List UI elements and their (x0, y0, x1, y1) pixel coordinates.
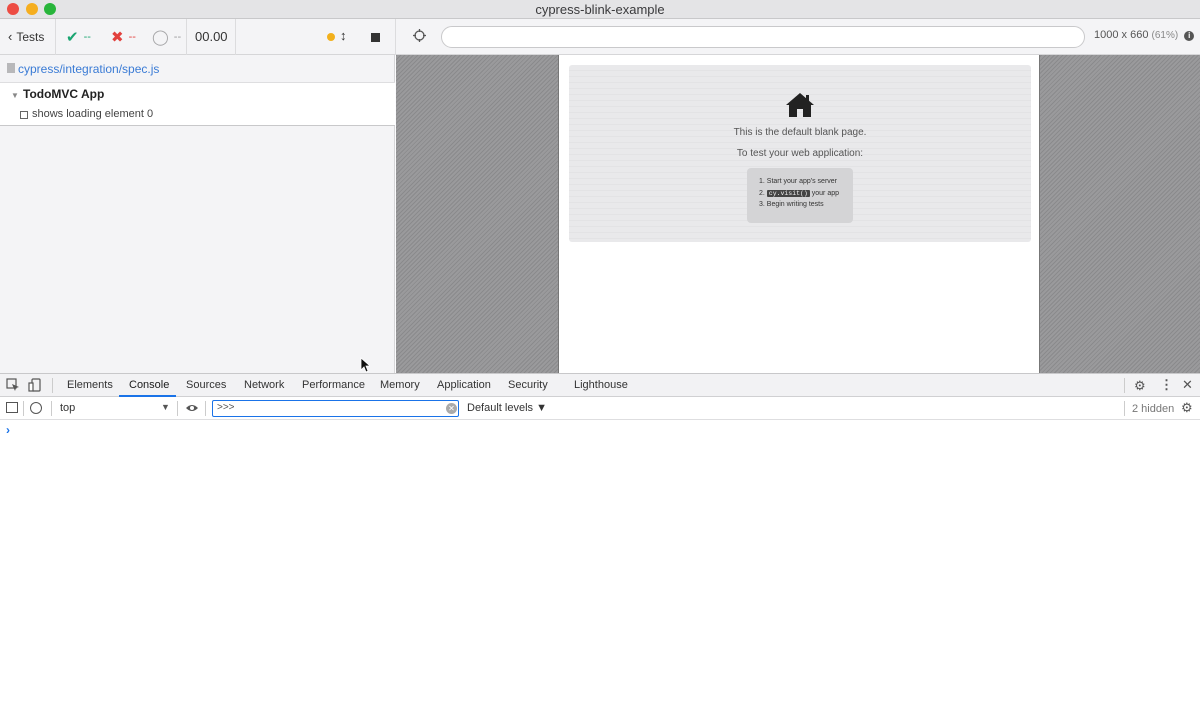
toolbar-divider (1124, 401, 1125, 416)
run-duration: 00.00 (195, 29, 228, 44)
tab-lighthouse[interactable]: Lighthouse (574, 379, 628, 391)
info-icon[interactable]: i (1184, 31, 1195, 41)
chevron-left-icon: ‹ (8, 29, 13, 44)
app-iframe[interactable]: This is the default blank page. To test … (558, 55, 1040, 373)
step-number: 3. (759, 201, 765, 208)
toolbar-divider (186, 19, 187, 55)
list-item: 3. Begin writing tests (759, 199, 853, 211)
viewport-scale: (61%) (1151, 30, 1179, 41)
toolbar-divider (52, 378, 53, 393)
devtools-tabbar: Elements Console Sources Network Perform… (0, 374, 1200, 397)
console-settings-gear-icon[interactable]: ⚙ (1181, 400, 1193, 416)
circle-notch-icon: ◯ (152, 29, 169, 46)
test-status-checkbox-icon (20, 111, 28, 119)
devtools-panel: Elements Console Sources Network Perform… (0, 373, 1200, 713)
toolbar-divider (55, 19, 56, 55)
toolbar-divider (177, 401, 178, 416)
file-icon (7, 63, 15, 73)
console-sidebar-icon[interactable] (6, 402, 18, 413)
passed-value: -- (83, 31, 91, 43)
tests-back-button[interactable]: ‹ Tests (8, 29, 44, 44)
console-filter-input[interactable] (217, 402, 437, 413)
close-icon[interactable]: ✕ (1182, 377, 1193, 393)
runner-toolbar: ‹ Tests ✔ -- ✖ -- ◯ -- 00.00 ↕ 1000 x 66… (0, 19, 1200, 55)
home-icon (786, 93, 814, 117)
reporter-panel: cypress/integration/spec.js ▼ TodoMVC Ap… (0, 55, 395, 373)
tab-sources[interactable]: Sources (186, 379, 226, 391)
clear-console-icon[interactable] (30, 402, 42, 414)
device-toolbar-icon[interactable] (28, 378, 42, 392)
step-code: cy.visit() (766, 189, 810, 197)
window-title: cypress-blink-example (535, 2, 665, 17)
viewport-size: 1000 x 660 (1094, 29, 1149, 41)
tests-back-label: Tests (16, 29, 45, 44)
context-select[interactable]: top (60, 402, 75, 414)
pending-count: ◯ -- (152, 28, 181, 46)
x-icon: ✖ (111, 29, 124, 46)
toolbar-divider (23, 401, 24, 416)
suite-title: TodoMVC App (23, 87, 105, 101)
stop-button[interactable] (371, 33, 380, 42)
caret-down-icon[interactable]: ▼ (11, 91, 19, 100)
hidden-messages-count: 2 hidden (1132, 403, 1175, 415)
log-levels-dropdown[interactable]: Default levels ▼ (467, 402, 547, 414)
step-text: Start your app's server (766, 178, 837, 185)
tab-application[interactable]: Application (437, 379, 491, 391)
spec-path-link[interactable]: cypress/integration/spec.js (18, 62, 159, 76)
passed-count: ✔ -- (66, 28, 91, 46)
suite-item[interactable]: ▼ TodoMVC App shows loading element 0 (0, 83, 395, 126)
auto-scroll-toggle-icon[interactable]: ↕ (340, 28, 347, 43)
toolbar-divider (51, 401, 52, 416)
blank-page-instructions: To test your web application: (736, 148, 864, 159)
app-preview: This is the default blank page. To test … (396, 55, 1200, 373)
viewport-info: 1000 x 660 (61%) i (1094, 29, 1195, 41)
pending-value: -- (173, 31, 182, 43)
tab-performance[interactable]: Performance (302, 379, 365, 391)
running-status-icon (327, 33, 335, 41)
window-titlebar: cypress-blink-example (0, 0, 1200, 19)
selector-playground-icon[interactable] (412, 28, 427, 43)
default-blank-page: This is the default blank page. To test … (569, 65, 1031, 242)
console-toolbar: top ▼ ✕ Default levels ▼ 2 hidden ⚙ (0, 397, 1200, 420)
toolbar-divider (205, 401, 206, 416)
tab-memory[interactable]: Memory (380, 379, 420, 391)
console-prompt[interactable]: › (6, 423, 10, 437)
toolbar-divider (395, 19, 396, 55)
list-item: 1. Start your app's server (759, 176, 853, 188)
blank-page-message: This is the default blank page. (733, 127, 867, 138)
tab-console[interactable]: Console (129, 379, 169, 391)
step-text: Begin writing tests (766, 201, 824, 208)
console-filter-field[interactable]: ✕ (212, 400, 459, 417)
failed-count: ✖ -- (111, 28, 136, 46)
chevron-down-icon[interactable]: ▼ (161, 402, 170, 412)
tab-security[interactable]: Security (508, 379, 548, 391)
tab-network[interactable]: Network (244, 379, 284, 391)
test-title[interactable]: shows loading element 0 (32, 108, 153, 120)
tab-elements[interactable]: Elements (67, 379, 113, 391)
url-bar[interactable] (441, 26, 1085, 48)
more-vertical-icon[interactable]: ⋮ (1160, 377, 1173, 393)
eye-icon[interactable] (185, 402, 199, 414)
inspect-element-icon[interactable] (6, 378, 20, 392)
toolbar-divider (235, 19, 236, 55)
clear-filter-icon[interactable]: ✕ (446, 403, 457, 414)
step-text: your app (811, 189, 840, 197)
step-number: 1. (759, 178, 765, 185)
steps-list: 1. Start your app's server 2. cy.visit()… (747, 168, 853, 223)
gear-icon[interactable]: ⚙ (1134, 378, 1146, 394)
failed-value: -- (128, 31, 136, 43)
list-item: 2. cy.visit() your app (759, 188, 853, 200)
check-icon: ✔ (66, 29, 79, 46)
step-number: 2. (759, 189, 765, 197)
spec-header: cypress/integration/spec.js (0, 55, 395, 83)
toolbar-divider (1124, 378, 1125, 393)
mouse-cursor-icon (360, 357, 370, 373)
